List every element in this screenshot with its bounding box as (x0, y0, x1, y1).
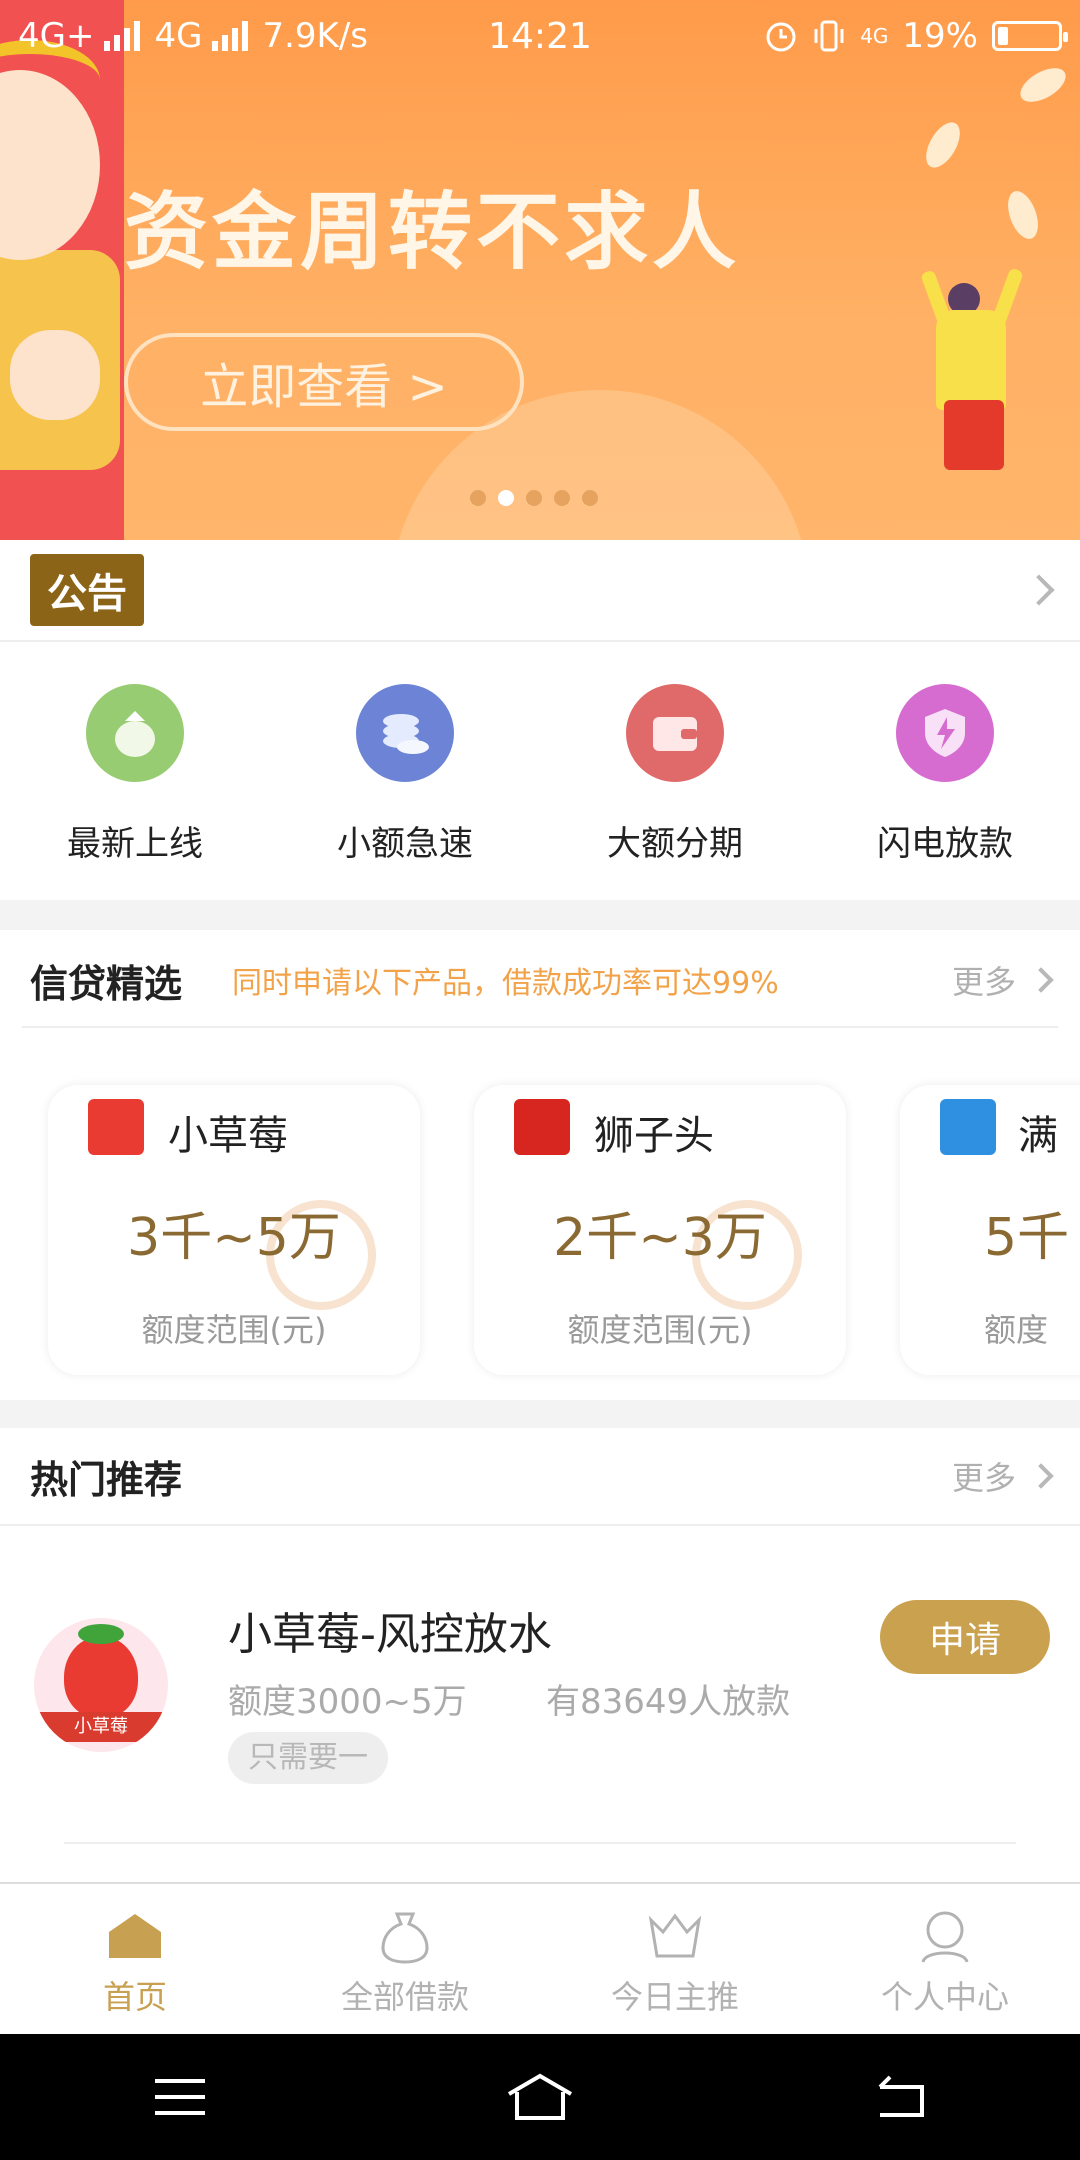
tab-all-loans[interactable]: 全部借款 (270, 1884, 540, 2034)
section-divider (0, 1400, 1080, 1428)
notice-label: 公告 (30, 554, 144, 626)
tab-label: 首页 (102, 1978, 167, 2016)
pagination-dot[interactable] (554, 490, 570, 506)
card-name: 小草莓 (168, 1113, 288, 1159)
promo-banner[interactable]: 资金周转不求人 立即查看 > 4G+ 4G 7.9K/s 14:21 4G 19… (0, 0, 1080, 540)
wallet-icon (626, 684, 724, 782)
pagination-dot[interactable] (470, 490, 486, 506)
app-logo-icon (940, 1099, 996, 1155)
product-limit: 额度3000~5万 (228, 1682, 467, 1722)
category-label: 闪电放款 (877, 824, 1013, 864)
section-title: 热门推荐 (30, 1457, 183, 1502)
chevron-right-icon (1023, 574, 1055, 606)
chevron-right-icon (1028, 1463, 1054, 1489)
pagination-dot-active[interactable] (498, 490, 514, 506)
card-label: 额度范围(元) (141, 1311, 327, 1349)
system-navigation-bar (0, 2034, 1080, 2160)
product-tag: 只需要一 (228, 1732, 388, 1784)
banner-view-button[interactable]: 立即查看 > (124, 333, 524, 431)
card-range: 2千~3万 (553, 1208, 767, 1268)
home-nav-icon[interactable] (500, 2067, 580, 2127)
figure-illustration (944, 400, 1004, 470)
banner-previous-slide (0, 0, 124, 540)
category-label: 最新上线 (67, 824, 203, 864)
status-bar: 4G+ 4G 7.9K/s 14:21 4G 19% (0, 0, 1080, 72)
logo-text: 小草莓 (34, 1712, 168, 1742)
card-range: 3千~5万 (127, 1208, 341, 1268)
tab-home[interactable]: 首页 (0, 1884, 270, 2034)
home-icon (105, 1908, 165, 1964)
divider (64, 1842, 1016, 1844)
card-range: 5千 (984, 1208, 1070, 1268)
card-name: 狮子头 (594, 1113, 714, 1159)
product-title: 小草莓-风控放水 (228, 1609, 552, 1660)
back-icon[interactable] (860, 2067, 940, 2127)
category-large-installment[interactable]: 大额分期 (540, 642, 810, 900)
more-label: 更多 (951, 1459, 1016, 1497)
tab-label: 个人中心 (880, 1978, 1009, 2016)
coins-icon (356, 684, 454, 782)
confetti-decoration (919, 116, 967, 174)
clock: 14:21 (488, 16, 592, 57)
lightning-shield-icon (896, 684, 994, 782)
bottom-tab-bar: 首页 全部借款 今日主推 个人中心 (0, 1882, 1080, 2034)
banner-title: 资金周转不求人 (124, 183, 741, 281)
category-label: 大额分期 (607, 824, 743, 864)
pagination-dot[interactable] (582, 490, 598, 506)
app-page: 资金周转不求人 立即查看 > 4G+ 4G 7.9K/s 14:21 4G 19… (0, 0, 1080, 2160)
credit-card[interactable]: 狮子头 2千~3万 额度范围(元) (474, 1085, 846, 1375)
credit-card[interactable]: 小草莓 3千~5万 额度范围(元) (48, 1085, 420, 1375)
tab-profile[interactable]: 个人中心 (810, 1884, 1080, 2034)
divider (22, 1026, 1058, 1028)
tab-label: 全部借款 (340, 1978, 469, 2016)
section-divider (0, 900, 1080, 930)
credit-card[interactable]: 满 5千 额度 (900, 1085, 1080, 1375)
confetti-decoration (1002, 187, 1044, 243)
money-bag-icon (375, 1908, 435, 1964)
category-label: 小额急速 (337, 824, 473, 864)
card-label: 额度范围(元) (567, 1311, 753, 1349)
menu-icon[interactable] (140, 2067, 220, 2127)
more-link[interactable]: 更多 (951, 957, 1054, 1003)
battery-icon (992, 21, 1068, 51)
bag-icon (86, 684, 184, 782)
tab-today-picks[interactable]: 今日主推 (540, 1884, 810, 2034)
crown-icon (645, 1908, 705, 1964)
app-logo-icon (514, 1099, 570, 1155)
list-item[interactable]: 小草莓 小草莓-风控放水 额度3000~5万 有83649人放款 只需要一 申请 (0, 1526, 1080, 1882)
section-subtitle: 同时申请以下产品，借款成功率可达99% (232, 966, 779, 1001)
notice-bar[interactable]: 公告 (0, 540, 1080, 642)
more-link[interactable]: 更多 (951, 1453, 1054, 1499)
category-small-fast[interactable]: 小额急速 (270, 642, 540, 900)
category-grid: 最新上线 小额急速 大额分期 闪电放款 (0, 642, 1080, 900)
girl-illustration-hand (10, 330, 100, 420)
pagination-dot[interactable] (526, 490, 542, 506)
chevron-right-icon (1028, 967, 1054, 993)
tab-label: 今日主推 (610, 1978, 739, 2016)
apply-button[interactable]: 申请 (880, 1600, 1050, 1674)
credit-card-carousel[interactable]: 小草莓 3千~5万 额度范围(元) 狮子头 2千~3万 额度范围(元) 满 5千… (0, 1030, 1080, 1400)
strawberry-logo-icon: 小草莓 (34, 1618, 168, 1752)
card-name: 满 (1018, 1113, 1058, 1159)
app-logo-icon (88, 1099, 144, 1155)
user-icon (915, 1908, 975, 1964)
category-newest[interactable]: 最新上线 (0, 642, 270, 900)
figure-illustration (936, 310, 1006, 410)
banner-pagination (470, 490, 598, 506)
product-loan-count: 有83649人放款 (546, 1682, 791, 1722)
more-label: 更多 (951, 963, 1016, 1001)
hot-recommendations-header: 热门推荐 更多 (0, 1428, 1080, 1526)
credit-selection-header: 信贷精选 同时申请以下产品，借款成功率可达99% 更多 (0, 930, 1080, 1030)
section-title: 信贷精选 (30, 961, 183, 1006)
card-label: 额度 (984, 1311, 1049, 1349)
category-lightning-loan[interactable]: 闪电放款 (810, 642, 1080, 900)
